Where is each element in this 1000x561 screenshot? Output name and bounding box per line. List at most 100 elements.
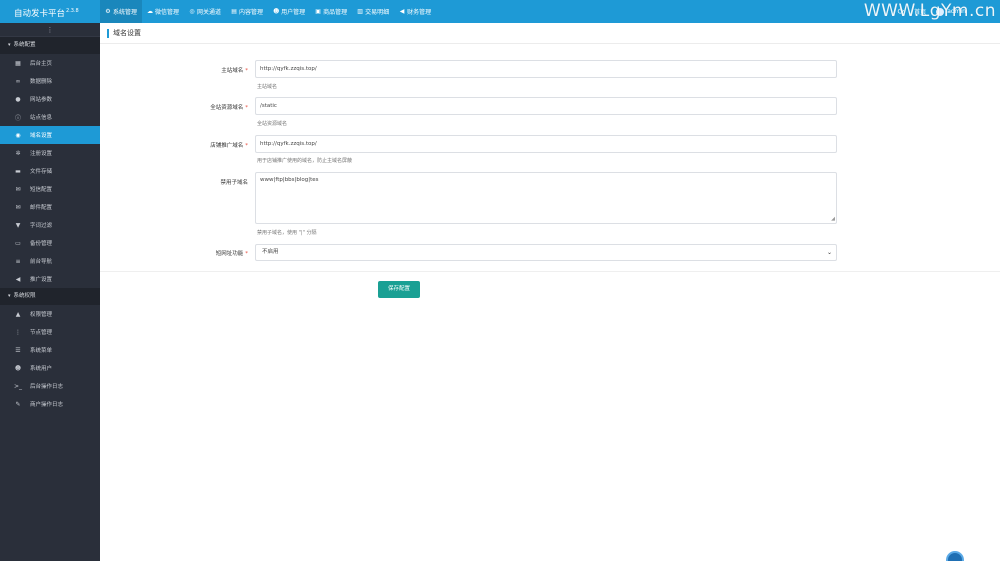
chart-icon: ▦ bbox=[15, 59, 21, 67]
watermark: WWW.LgYm.cn bbox=[863, 1, 996, 21]
resize-grip-icon[interactable]: ◢ bbox=[831, 216, 835, 222]
sidebar-item-label: 后台操作日志 bbox=[30, 384, 64, 390]
static-domain-help: 全站资源域名 bbox=[257, 121, 288, 127]
sidebar-item-label: 后台主页 bbox=[30, 61, 53, 67]
list-icon: ≡ bbox=[15, 257, 21, 265]
sidebar-item-label: 备份管理 bbox=[30, 241, 53, 247]
form-divider bbox=[100, 271, 1000, 272]
main-domain-help: 主站域名 bbox=[257, 84, 278, 90]
caret-down-icon: ▾ bbox=[8, 293, 11, 299]
sidebar-item-file-storage[interactable]: ▬ 文件存储 bbox=[0, 162, 100, 180]
sidebar-item-register-settings[interactable]: ✲ 注册设置 bbox=[0, 144, 100, 162]
terminal-icon: >_ bbox=[14, 382, 23, 390]
short-url-select[interactable]: 不启用 ⌄ bbox=[255, 244, 837, 261]
sidebar-item-data-delete[interactable]: ∞ 数据删除 bbox=[0, 72, 100, 90]
save-config-button[interactable]: 保存配置 bbox=[378, 281, 420, 298]
topnav-label: 网关通道 bbox=[197, 9, 222, 16]
label-text: 短网址功能 bbox=[215, 251, 244, 257]
textarea-value: www|ftp|bbs|blog|tes bbox=[260, 177, 319, 183]
shop-domain-label: 店铺推广域名 * bbox=[160, 141, 248, 149]
sidebar-group-system-config[interactable]: ▾ 系统配置 bbox=[0, 37, 100, 54]
sidebar-item-backup[interactable]: ▭ 备份管理 bbox=[0, 234, 100, 252]
short-url-label: 短网址功能 * bbox=[160, 249, 248, 257]
page-title: 域名设置 bbox=[100, 23, 1000, 44]
label-text: 主站域名 bbox=[221, 68, 244, 74]
sidebar-item-mail-config[interactable]: ✉ 邮件配置 bbox=[0, 198, 100, 216]
link-icon: ∞ bbox=[15, 77, 21, 85]
sidebar-item-word-filter[interactable]: ▼ 字词过滤 bbox=[0, 216, 100, 234]
sidebar-item-promo-settings[interactable]: ◀ 推广设置 bbox=[0, 270, 100, 288]
sidebar-item-permissions[interactable]: ▲ 权限管理 bbox=[0, 305, 100, 323]
topnav-label: 商品管理 bbox=[323, 9, 348, 16]
sidebar-item-label: 域名设置 bbox=[30, 133, 53, 139]
sidebar-group-label: 系统权限 bbox=[13, 293, 36, 299]
topnav-system[interactable]: ⚙ 系统管理 bbox=[100, 0, 143, 23]
top-nav: ⚙ 系统管理 ☁ 微信管理 ◎ 网关通道 ▤ 内容管理 ☻ 用户管理 ▣ 商品管理 ▥ 交易明… bbox=[100, 0, 436, 23]
topnav-label: 系统管理 bbox=[113, 9, 138, 16]
topnav-wechat[interactable]: ☁ 微信管理 bbox=[142, 0, 184, 23]
required-mark: * bbox=[245, 105, 248, 111]
static-domain-input[interactable]: /static bbox=[255, 97, 837, 115]
topnav-label: 微信管理 bbox=[155, 9, 180, 16]
shop-domain-input[interactable]: http://qyfk.zzqis.top/ bbox=[255, 135, 837, 153]
topnav-goods[interactable]: ▣ 商品管理 bbox=[310, 0, 352, 23]
envelope-icon: ✉ bbox=[15, 185, 21, 193]
main-domain-label: 主站域名 * bbox=[160, 66, 248, 74]
brand[interactable]: 自动发卡平台2.3.8 bbox=[0, 0, 100, 23]
title-accent-bar bbox=[107, 28, 109, 38]
floating-badge[interactable] bbox=[946, 551, 964, 561]
topnav-users[interactable]: ☻ 用户管理 bbox=[268, 0, 310, 23]
topnav-gateway[interactable]: ◎ 网关通道 bbox=[184, 0, 226, 23]
topnav-trades[interactable]: ▥ 交易明细 bbox=[352, 0, 394, 23]
main-domain-input[interactable]: http://qyfk.zzqis.top/ bbox=[255, 60, 837, 78]
sidebar-item-merchant-log[interactable]: ✎ 商户操作日志 bbox=[0, 395, 100, 413]
gear-icon: ✲ bbox=[15, 149, 21, 157]
sidebar-item-label: 系统菜单 bbox=[30, 348, 53, 354]
dots-icon: ⋮ bbox=[15, 328, 21, 336]
sidebar-item-label: 系统用户 bbox=[30, 366, 53, 372]
sidebar-item-label: 权限管理 bbox=[30, 312, 53, 318]
label-text: 店铺推广域名 bbox=[210, 143, 244, 149]
sidebar-item-front-nav[interactable]: ≡ 前台导航 bbox=[0, 252, 100, 270]
info-icon: ⓘ bbox=[14, 114, 21, 122]
sidebar-item-sms-config[interactable]: ✉ 短信配置 bbox=[0, 180, 100, 198]
required-mark: * bbox=[245, 143, 248, 149]
megaphone-icon: ◀ bbox=[15, 275, 21, 283]
file-icon: ▤ bbox=[231, 7, 237, 15]
required-mark: * bbox=[245, 251, 248, 257]
sidebar-toggle[interactable]: ⋮ bbox=[0, 23, 100, 37]
label-text: 全站资源域名 bbox=[210, 105, 244, 111]
sidebar-item-label: 邮件配置 bbox=[30, 205, 53, 211]
sidebar-item-dashboard[interactable]: ▦ 后台主页 bbox=[0, 54, 100, 72]
sidebar-item-label: 商户操作日志 bbox=[30, 402, 64, 408]
users-icon: ☻ bbox=[14, 364, 22, 372]
topnav-label: 交易明细 bbox=[365, 9, 390, 16]
sidebar-item-site-params[interactable]: ● 网站参数 bbox=[0, 90, 100, 108]
gear-icon: ⚙ bbox=[105, 7, 111, 15]
topnav-content[interactable]: ▤ 内容管理 bbox=[226, 0, 268, 23]
banned-sub-help: 禁用子域名，使用 "|" 分隔 bbox=[257, 230, 317, 236]
sidebar-group-system-permissions[interactable]: ▾ 系统权限 bbox=[0, 288, 100, 305]
topnav-label: 内容管理 bbox=[239, 9, 264, 16]
caret-down-icon: ▾ bbox=[8, 42, 11, 48]
banned-sub-textarea[interactable]: www|ftp|bbs|blog|tes ◢ bbox=[255, 172, 837, 224]
sidebar-item-system-users[interactable]: ☻ 系统用户 bbox=[0, 359, 100, 377]
sidebar-item-label: 节点管理 bbox=[30, 330, 53, 336]
truck-icon: ▬ bbox=[15, 167, 21, 175]
sidebar-group-label: 系统配置 bbox=[13, 42, 36, 48]
sidebar-item-admin-log[interactable]: >_ 后台操作日志 bbox=[0, 377, 100, 395]
sidebar-item-site-info[interactable]: ⓘ 站点信息 bbox=[0, 108, 100, 126]
apple-icon: ● bbox=[15, 95, 21, 103]
sidebar-item-label: 网站参数 bbox=[30, 97, 53, 103]
filter-icon: ▼ bbox=[15, 221, 21, 229]
chart-icon: ▥ bbox=[357, 7, 363, 15]
sidebar-item-label: 站点信息 bbox=[30, 115, 53, 121]
menu-icon: ☰ bbox=[15, 346, 21, 354]
sidebar-item-system-menu[interactable]: ☰ 系统菜单 bbox=[0, 341, 100, 359]
shop-domain-help: 用于店铺推广使用的域名，防止主域名屏蔽 bbox=[257, 158, 353, 164]
sidebar-item-domain-settings[interactable]: ◉ 域名设置 bbox=[0, 126, 100, 144]
sidebar-item-nodes[interactable]: ⋮ 节点管理 bbox=[0, 323, 100, 341]
sidebar-item-label: 文件存储 bbox=[30, 169, 53, 175]
topnav-finance[interactable]: ◀ 财务管理 bbox=[394, 0, 436, 23]
sidebar-item-label: 短信配置 bbox=[30, 187, 53, 193]
